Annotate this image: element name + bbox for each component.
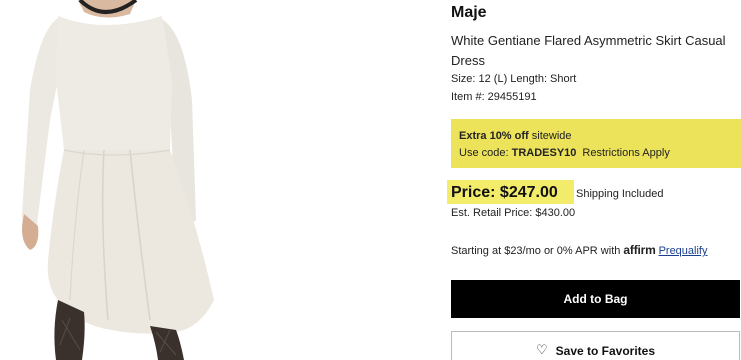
product-price: Price: $247.00 [451,184,558,201]
restrictions-link[interactable]: Restrictions Apply [582,147,669,159]
dress-illustration [22,0,214,360]
add-to-bag-label: Add to Bag [563,292,628,306]
shipping-note: Shipping Included [576,188,664,200]
financing-text: Starting at $23/mo or 0% APR with [451,245,624,257]
promo-discount: Extra 10% off sitewide [459,130,572,142]
promo-code-line: Use code: TRADESY10 Restrictions Apply [459,147,670,159]
heart-icon: ♡ [535,342,548,357]
promo-discount-bold: Extra 10% off [459,130,529,142]
affirm-logo: affirm [623,243,656,257]
product-title: White Gentiane Flared Asymmetric Skirt C… [451,33,726,68]
promo-discount-rest: sitewide [528,130,572,142]
promo-banner: Extra 10% off sitewide Use code: TRADESY… [451,119,741,168]
product-size-length: Size: 12 (L) Length: Short [451,73,577,85]
prequalify-link[interactable]: Prequalify [659,245,708,257]
promo-code: TRADESY10 [511,147,577,159]
product-brand[interactable]: Maje [451,4,487,22]
promo-code-prefix: Use code: [459,147,512,159]
add-to-bag-button[interactable]: Add to Bag [451,280,740,318]
product-item-number: Item #: 29455191 [451,91,537,103]
retail-price: Est. Retail Price: $430.00 [451,207,576,219]
financing-line: Starting at $23/mo or 0% APR with affirm… [451,243,707,257]
product-image[interactable] [0,0,238,360]
save-to-favorites-label: Save to Favorites [555,344,656,358]
save-to-favorites-button[interactable]: ♡ Save to Favorites [451,331,740,360]
